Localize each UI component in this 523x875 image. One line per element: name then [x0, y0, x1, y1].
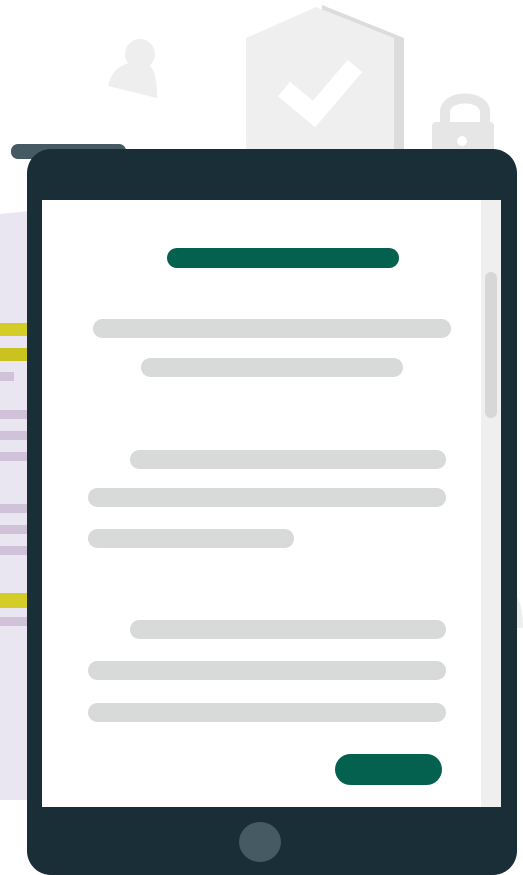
text-placeholder-line	[130, 620, 446, 639]
padlock-icon	[432, 93, 494, 156]
text-placeholder-line	[130, 450, 446, 469]
scrollbar-thumb[interactable]	[485, 272, 497, 418]
submit-button[interactable]	[335, 754, 442, 785]
text-line	[0, 372, 14, 381]
shield-check-icon	[246, 5, 404, 150]
subtitle-placeholder-line	[141, 358, 403, 377]
title-placeholder	[167, 248, 399, 268]
decorative-shape	[517, 596, 523, 628]
subtitle-placeholder-line	[93, 319, 451, 338]
user-icon	[108, 39, 157, 98]
text-placeholder-line	[88, 703, 446, 722]
text-placeholder-line	[88, 661, 446, 680]
text-placeholder-line	[88, 488, 446, 507]
text-placeholder-line	[88, 529, 294, 548]
home-button[interactable]	[239, 822, 281, 862]
